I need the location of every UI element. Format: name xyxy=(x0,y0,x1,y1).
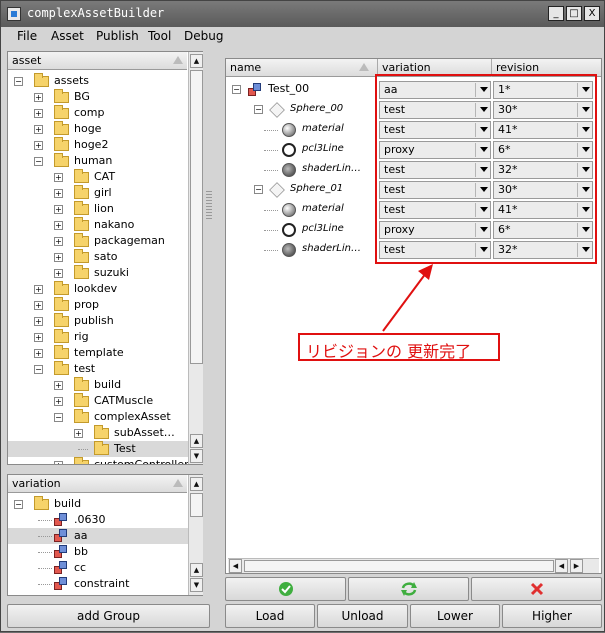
annotation-callout: リビジョンの 更新完了 xyxy=(298,333,500,361)
cancel-button[interactable] xyxy=(471,577,602,601)
unload-button[interactable]: Unload xyxy=(317,604,408,628)
lower-button[interactable]: Lower xyxy=(410,604,500,628)
annotation-text: リビジョンの 更新完了 xyxy=(306,342,472,361)
refresh-button[interactable] xyxy=(348,577,469,601)
apply-button[interactable] xyxy=(225,577,346,601)
check-icon xyxy=(278,582,293,596)
x-icon xyxy=(530,582,543,596)
refresh-icon xyxy=(400,582,417,596)
load-button[interactable]: Load xyxy=(225,604,315,628)
main-window: complexAssetBuilder _ □ X File Asset Pub… xyxy=(0,0,605,632)
higher-button[interactable]: Higher xyxy=(502,604,602,628)
annotation-arrow xyxy=(382,264,433,332)
